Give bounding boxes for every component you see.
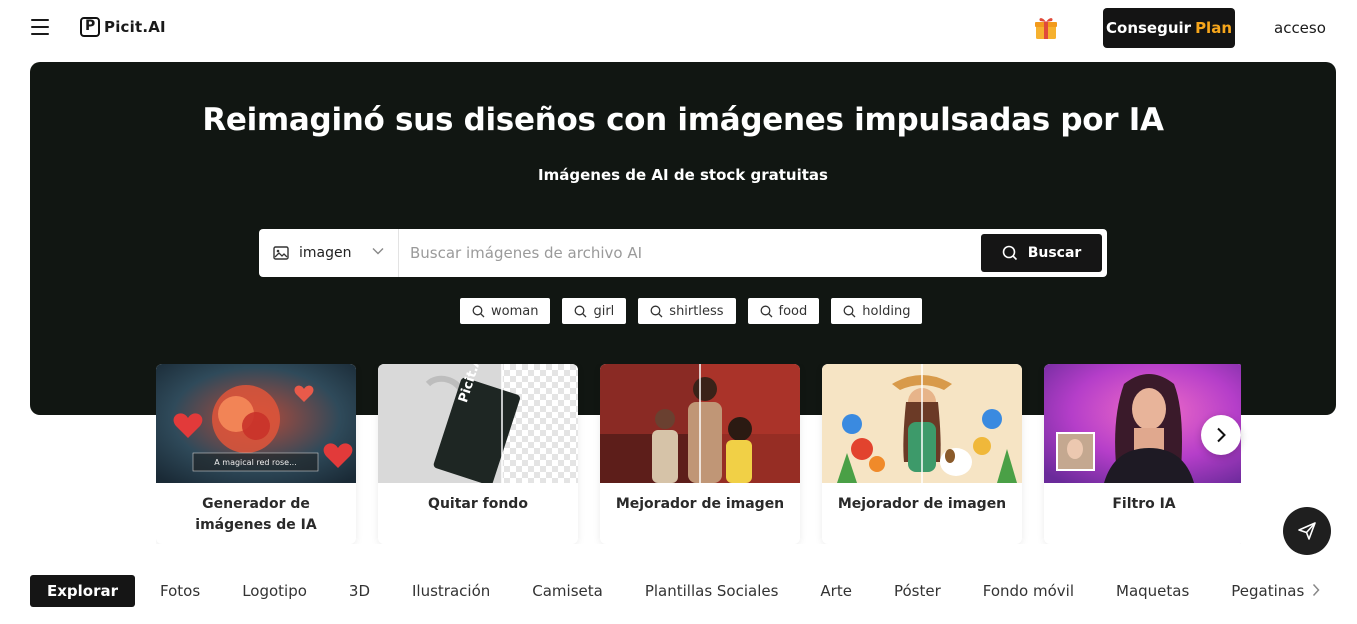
chip-label: shirtless	[669, 303, 724, 319]
tab-illustration[interactable]: Ilustración	[391, 575, 511, 607]
tab-mockups[interactable]: Maquetas	[1095, 575, 1210, 607]
chip-label: holding	[862, 303, 911, 319]
search-icon	[760, 305, 772, 317]
tab-stickers[interactable]: Pegatinas	[1210, 575, 1325, 607]
search-icon	[575, 305, 587, 317]
hero-subtitle: Imágenes de AI de stock gratuitas	[538, 166, 828, 184]
tool-card-remove-background[interactable]: Picit.AI Quitar fondo	[378, 364, 578, 544]
search-icon	[650, 305, 663, 317]
tab-logo[interactable]: Logotipo	[221, 575, 328, 607]
tool-label: Quitar fondo	[428, 496, 528, 512]
tool-card-image-enhancer[interactable]: Mejorador de imagen	[600, 364, 800, 544]
category-tabs: Explorar Fotos Logotipo 3D Ilustración C…	[30, 575, 1330, 607]
search-button[interactable]: Buscar	[981, 234, 1102, 272]
tab-art[interactable]: Arte	[799, 575, 873, 607]
suggestion-chips: woman girl shirtless food holding	[460, 298, 923, 324]
image-icon	[273, 246, 289, 260]
feedback-button[interactable]	[1283, 507, 1331, 555]
tool-card-ai-filter[interactable]: Filtro IA	[1044, 364, 1241, 544]
tool-label: Generador de imágenes de IA	[195, 496, 317, 533]
tool-thumbnail	[822, 364, 1022, 483]
search-button-label: Buscar	[1027, 245, 1082, 261]
chevron-down-icon	[372, 248, 384, 255]
tool-label: Mejorador de imagen	[837, 496, 1007, 512]
carousel-next-button[interactable]	[1201, 415, 1241, 455]
search-bar: imagen Buscar	[259, 229, 1107, 277]
chevron-right-icon	[1217, 427, 1226, 443]
gift-icon[interactable]	[1033, 15, 1059, 41]
logo[interactable]: Picit.AI	[80, 17, 166, 37]
send-icon	[1298, 522, 1316, 540]
illustration-image	[822, 364, 1022, 483]
plan-button-accent: Plan	[1195, 19, 1232, 37]
chip-label: food	[778, 303, 808, 319]
search-type-label: imagen	[299, 245, 352, 261]
hero-banner: Reimaginó sus diseños con imágenes impul…	[30, 62, 1336, 415]
login-link[interactable]: acceso	[1274, 19, 1326, 37]
tool-card-ai-generator[interactable]: A magical red rose... Generador de imáge…	[156, 364, 356, 544]
chip-holding[interactable]: holding	[831, 298, 923, 324]
tool-cards-carousel: A magical red rose... Generador de imáge…	[156, 364, 1241, 544]
chip-girl[interactable]: girl	[562, 298, 627, 324]
tab-explore[interactable]: Explorar	[30, 575, 136, 607]
prompt-overlay: A magical red rose...	[214, 457, 297, 467]
top-header: Picit.AI Conseguir Plan acceso	[0, 0, 1357, 56]
people-image	[600, 364, 800, 483]
chip-label: girl	[593, 303, 615, 319]
get-plan-button[interactable]: Conseguir Plan	[1103, 8, 1235, 48]
tab-poster[interactable]: Póster	[873, 575, 962, 607]
tab-tshirt[interactable]: Camiseta	[511, 575, 624, 607]
search-input[interactable]	[399, 229, 981, 277]
tab-mobile-wallpaper[interactable]: Fondo móvil	[962, 575, 1095, 607]
menu-icon[interactable]	[31, 19, 49, 35]
search-icon	[472, 305, 485, 317]
tool-label: Mejorador de imagen	[615, 496, 785, 512]
hero-title: Reimaginó sus diseños con imágenes impul…	[202, 102, 1164, 138]
tool-label: Filtro IA	[1112, 496, 1176, 512]
chip-food[interactable]: food	[747, 298, 820, 324]
tab-truncated[interactable]: T	[1325, 575, 1330, 607]
tab-photos[interactable]: Fotos	[139, 575, 221, 607]
tool-thumbnail	[600, 364, 800, 483]
chevron-right-icon[interactable]	[1312, 583, 1320, 597]
chip-label: woman	[491, 303, 539, 319]
chip-woman[interactable]: woman	[460, 298, 551, 324]
tool-thumbnail: Picit.AI	[378, 364, 578, 483]
tab-3d[interactable]: 3D	[328, 575, 391, 607]
tool-thumbnail: A magical red rose...	[156, 364, 356, 483]
product-box-image	[378, 364, 578, 483]
search-icon	[1002, 245, 1017, 261]
tool-card-image-enhancer-2[interactable]: Mejorador de imagen	[822, 364, 1022, 544]
search-icon	[843, 305, 856, 317]
plan-button-prefix: Conseguir	[1106, 19, 1192, 37]
search-type-dropdown[interactable]: imagen	[259, 229, 399, 277]
tab-social-templates[interactable]: Plantillas Sociales	[624, 575, 800, 607]
chip-shirtless[interactable]: shirtless	[638, 298, 736, 324]
logo-text: Picit.AI	[104, 18, 166, 36]
logo-mark-icon	[80, 17, 100, 37]
